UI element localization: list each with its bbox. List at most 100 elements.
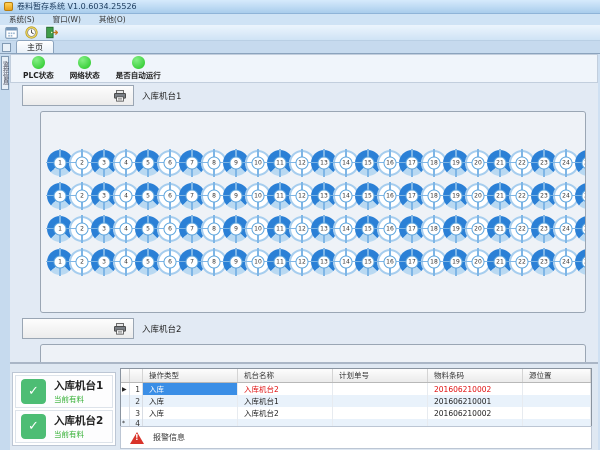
machine2-status-card[interactable]: ✓ 入库机台2 当前有料 xyxy=(15,410,113,443)
tab-home[interactable]: 主页 xyxy=(16,40,54,53)
roll-slot-number: 11 xyxy=(274,222,287,235)
roll-slot-number: 14 xyxy=(340,189,353,202)
menu-bar: 系统(S) 窗口(W) 其他(O) xyxy=(0,14,600,25)
main-content: 入库机台1 1234567891011121314151617181920212… xyxy=(10,83,598,362)
roll-slot-number: 19 xyxy=(450,156,463,169)
card-title: 入库机台2 xyxy=(54,413,103,428)
cell[interactable] xyxy=(333,383,428,395)
machine1-header: 入库机台1 xyxy=(22,85,181,106)
roll-slot-number: 1 xyxy=(54,189,67,202)
roll-slot-25[interactable]: 25 xyxy=(575,150,585,176)
roll-slot-number: 18 xyxy=(428,222,441,235)
roll-slot-number: 5 xyxy=(142,222,155,235)
cell[interactable]: 入库机台1 xyxy=(238,395,333,407)
app-icon xyxy=(4,2,13,11)
roll-slot-number: 8 xyxy=(208,222,221,235)
card-status: 当前有料 xyxy=(54,429,103,440)
menu-system[interactable]: 系统(S) xyxy=(0,14,44,25)
roll-slot-25[interactable]: 25 xyxy=(575,249,585,275)
roll-slot-number: 14 xyxy=(340,156,353,169)
roll-slot-number: 5 xyxy=(142,255,155,268)
roll-slot-25[interactable]: 25 xyxy=(575,216,585,242)
row-marker xyxy=(121,395,130,407)
roll-slot-number: 15 xyxy=(362,255,375,268)
roll-slot-number: 24 xyxy=(560,189,573,202)
roll-slot-number: 16 xyxy=(384,189,397,202)
cell[interactable] xyxy=(333,395,428,407)
cell[interactable]: 201606210002 xyxy=(428,407,523,419)
roll-slot-number: 7 xyxy=(186,189,199,202)
table-row[interactable]: 3入库入库机台2201606210002 xyxy=(121,407,591,419)
header-number-cell xyxy=(130,369,143,382)
print-button[interactable] xyxy=(22,318,134,339)
roll-slot-number: 7 xyxy=(186,255,199,268)
cell[interactable]: 201606210002 xyxy=(428,383,523,395)
cell[interactable]: 入库机台2 xyxy=(238,383,333,395)
title-bar[interactable]: 卷料暂存系统 V1.0.6034.25526 xyxy=(0,0,600,14)
roll-slot-25[interactable]: 25 xyxy=(575,183,585,209)
indicator-label: 是否自动运行 xyxy=(116,70,161,81)
roll-slot-number: 14 xyxy=(340,255,353,268)
table-row[interactable]: ▶1入库入库机台2201606210002 xyxy=(121,383,591,395)
roll-slot-number: 15 xyxy=(362,222,375,235)
column-header[interactable]: 机台名称 xyxy=(238,369,333,382)
toolbar xyxy=(0,25,600,41)
column-header[interactable]: 物料条码 xyxy=(428,369,523,382)
machine1-title: 入库机台1 xyxy=(142,90,181,102)
roll-slot-number: 11 xyxy=(274,189,287,202)
menu-window[interactable]: 窗口(W) xyxy=(44,14,90,25)
cell[interactable] xyxy=(523,407,591,419)
row-number: 1 xyxy=(130,383,143,395)
roll-slot-number: 22 xyxy=(516,222,529,235)
calendar-icon[interactable] xyxy=(3,26,19,40)
roll-slot-number: 3 xyxy=(98,222,111,235)
roll-slot-number: 20 xyxy=(472,189,485,202)
roll-slot-number: 5 xyxy=(142,156,155,169)
roll-slot-number: 23 xyxy=(538,255,551,268)
roll-slot-number: 20 xyxy=(472,156,485,169)
cell[interactable]: 入库 xyxy=(143,395,238,407)
roll-slot-number: 22 xyxy=(516,189,529,202)
indicator-label: 网络状态 xyxy=(70,70,100,81)
roll-slot-grid: 1234567891011121314151617181920212223242… xyxy=(41,112,585,312)
indicator-label: PLC状态 xyxy=(23,70,54,81)
column-header[interactable]: 操作类型 xyxy=(143,369,238,382)
panel-toggle-icon[interactable] xyxy=(2,43,11,52)
cell[interactable] xyxy=(523,395,591,407)
roll-slot-number: 4 xyxy=(120,222,133,235)
clock-icon[interactable] xyxy=(23,26,39,40)
cell[interactable]: 入库机台2 xyxy=(238,407,333,419)
cell[interactable]: 201606210001 xyxy=(428,395,523,407)
roll-slot-number: 25 xyxy=(582,255,586,268)
cell[interactable]: 入库 xyxy=(143,407,238,419)
cell[interactable] xyxy=(333,407,428,419)
menu-other[interactable]: 其他(O) xyxy=(90,14,135,25)
column-header[interactable]: 计划单号 xyxy=(333,369,428,382)
roll-slot-number: 16 xyxy=(384,156,397,169)
roll-slot-number: 24 xyxy=(560,222,573,235)
row-number: 2 xyxy=(130,395,143,407)
cell[interactable] xyxy=(523,383,591,395)
roll-slot-number: 10 xyxy=(252,255,265,268)
column-header[interactable]: 源位置 xyxy=(523,369,591,382)
roll-slot-number: 10 xyxy=(252,222,265,235)
indicator-plc: PLC状态 xyxy=(23,56,54,81)
roll-slot-number: 15 xyxy=(362,189,375,202)
side-panel-tab[interactable]: 监控信息 xyxy=(1,56,9,90)
bottom-section: ✓ 入库机台1 当前有料 ✓ 入库机台2 当前有料 操作类型 机台名称 xyxy=(10,362,598,450)
roll-slot-number: 7 xyxy=(186,156,199,169)
machine1-status-card[interactable]: ✓ 入库机台1 当前有料 xyxy=(15,375,113,408)
roll-slot-number: 9 xyxy=(230,156,243,169)
exit-door-icon[interactable] xyxy=(43,26,59,40)
roll-slot-number: 19 xyxy=(450,189,463,202)
roll-slot-number: 5 xyxy=(142,189,155,202)
roll-slot-number: 21 xyxy=(494,255,507,268)
roll-slot-number: 8 xyxy=(208,255,221,268)
cell[interactable]: 入库 xyxy=(143,383,238,395)
print-button[interactable] xyxy=(22,85,134,106)
roll-slot-number: 4 xyxy=(120,156,133,169)
roll-slot-number: 7 xyxy=(186,222,199,235)
table-row[interactable]: 2入库入库机台1 201606210001 xyxy=(121,395,591,407)
header-marker-cell xyxy=(121,369,130,382)
roll-slot-number: 14 xyxy=(340,222,353,235)
